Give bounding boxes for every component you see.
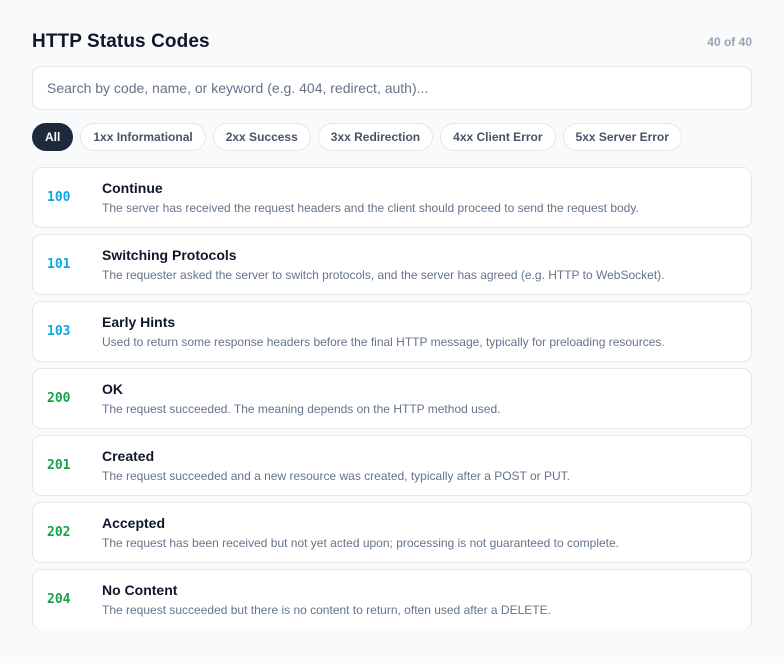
status-code-row[interactable]: 100 Continue The server has received the… — [32, 167, 752, 228]
status-code: 202 — [47, 525, 71, 540]
status-text: Switching Protocols The requester asked … — [102, 247, 665, 282]
status-description: The request succeeded. The meaning depen… — [102, 402, 501, 416]
status-text: Accepted The request has been received b… — [102, 515, 619, 550]
status-text: Early Hints Used to return some response… — [102, 314, 665, 349]
filter-chip-5xx[interactable]: 5xx Server Error — [562, 123, 682, 151]
status-code: 204 — [47, 592, 71, 607]
status-description: The request succeeded and a new resource… — [102, 469, 571, 483]
status-name: Accepted — [102, 515, 166, 531]
page-title: HTTP Status Codes — [32, 31, 210, 52]
filter-chip-3xx[interactable]: 3xx Redirection — [317, 123, 434, 151]
status-name: Continue — [102, 180, 163, 196]
filter-chip-2xx[interactable]: 2xx Success — [212, 123, 311, 151]
filter-chips: All 1xx Informational 2xx Success 3xx Re… — [32, 123, 682, 151]
header: HTTP Status Codes 40 of 40 — [32, 29, 752, 55]
status-code-row[interactable]: 103 Early Hints Used to return some resp… — [32, 301, 752, 362]
status-code-row[interactable]: 202 Accepted The request has been receiv… — [32, 502, 752, 563]
status-code-list: 100 Continue The server has received the… — [32, 167, 752, 628]
status-code-row[interactable]: 201 Created The request succeeded and a … — [32, 435, 752, 496]
status-name: OK — [102, 381, 123, 397]
status-description: The server has received the request head… — [102, 201, 639, 215]
status-code: 100 — [47, 190, 71, 205]
filter-chip-4xx[interactable]: 4xx Client Error — [440, 123, 556, 151]
status-code-row[interactable]: 204 No Content The request succeeded but… — [32, 569, 752, 628]
status-text: No Content The request succeeded but the… — [102, 582, 551, 617]
status-description: The requester asked the server to switch… — [102, 268, 665, 282]
search-input[interactable] — [47, 80, 737, 96]
status-name: Created — [102, 448, 155, 464]
status-description: The request has been received but not ye… — [102, 536, 620, 550]
status-description: Used to return some response headers bef… — [102, 335, 665, 349]
status-text: Created The request succeeded and a new … — [102, 448, 570, 483]
status-description: The request succeeded but there is no co… — [102, 603, 551, 617]
status-name: Switching Protocols — [102, 247, 237, 263]
status-code-row[interactable]: 200 OK The request succeeded. The meanin… — [32, 368, 752, 429]
status-name: Early Hints — [102, 314, 176, 330]
result-count: 40 of 40 — [707, 35, 752, 49]
status-code-row[interactable]: 101 Switching Protocols The requester as… — [32, 234, 752, 295]
status-text: OK The request succeeded. The meaning de… — [102, 381, 500, 416]
filter-chip-1xx[interactable]: 1xx Informational — [80, 123, 206, 151]
status-code: 101 — [47, 257, 71, 272]
search-box — [32, 66, 752, 110]
status-name: No Content — [102, 582, 178, 598]
app: HTTP Status Codes 40 of 40 All 1xx Infor… — [0, 0, 784, 663]
status-code: 103 — [47, 324, 71, 339]
status-code: 201 — [47, 458, 71, 473]
filter-chip-all[interactable]: All — [32, 123, 74, 151]
status-text: Continue The server has received the req… — [102, 180, 639, 215]
status-code: 200 — [47, 391, 71, 406]
